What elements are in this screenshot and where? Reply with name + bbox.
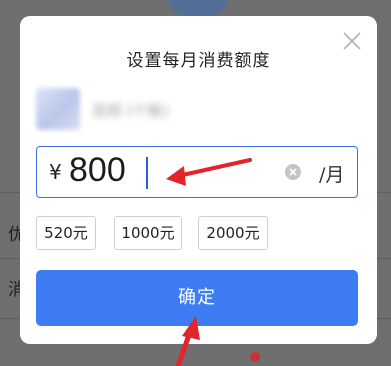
clear-icon[interactable] — [284, 163, 302, 181]
amount-unit: /月 — [319, 164, 345, 186]
account-row: 花呗 (个账) — [36, 88, 366, 134]
preset-520-button[interactable]: 520元 — [36, 216, 96, 250]
account-name: 花呗 (个账) — [92, 102, 169, 120]
preset-2000-button[interactable]: 2000元 — [198, 216, 268, 250]
currency-symbol: ¥ — [49, 160, 62, 184]
text-caret — [146, 157, 148, 189]
dialog-title: 设置每月消费额度 — [126, 51, 271, 71]
amount-value[interactable]: 800 — [69, 151, 126, 190]
spending-limit-dialog: 设置每月消费额度 花呗 (个账) ¥ 800 /月 520元 1000元 200… — [20, 16, 377, 344]
amount-input[interactable]: ¥ 800 /月 — [36, 146, 358, 198]
preset-1000-button[interactable]: 1000元 — [114, 216, 182, 250]
background-badge — [250, 352, 260, 362]
confirm-button[interactable]: 确定 — [36, 270, 358, 326]
account-avatar — [36, 88, 80, 130]
